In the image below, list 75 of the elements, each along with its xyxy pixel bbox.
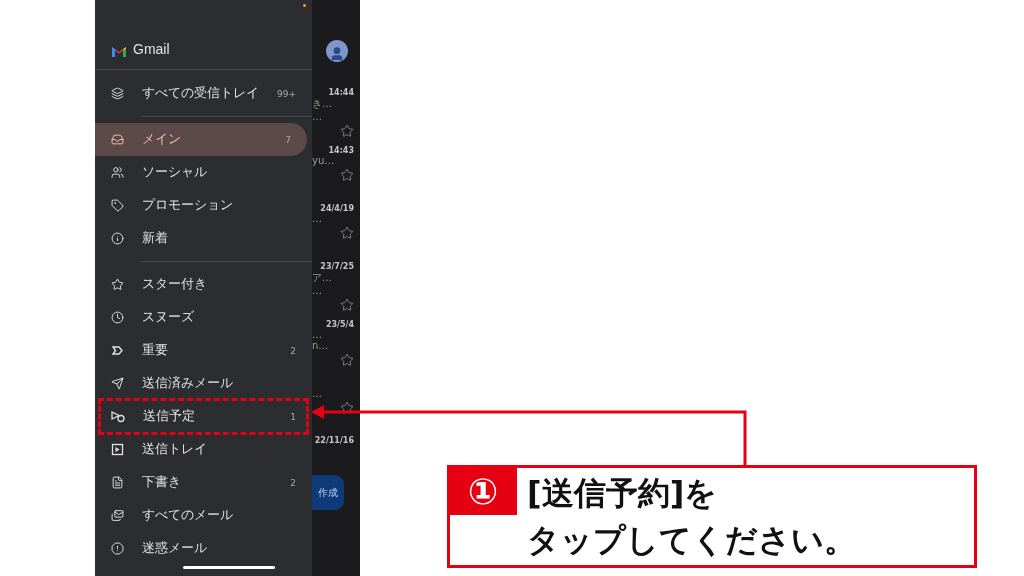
status-dot [303,4,306,7]
gmail-logo-icon [111,45,127,57]
mail-snippet: … [312,329,322,340]
drawer-item[interactable]: スヌーズ [95,301,312,334]
item-label: 下書き [142,474,182,491]
mail-time: 24/4/19 [320,204,354,213]
drawer-item[interactable]: プロモーション [95,189,312,222]
mail-time: 23/5/4 [325,320,354,329]
mail-snippet: … [312,213,322,224]
mail-time: 22/11/16 [314,436,354,445]
drawer-item[interactable]: メイン 7 [95,123,307,156]
star-icon[interactable] [340,168,354,182]
item-label: スヌーズ [142,309,195,326]
item-count: 99+ [277,88,296,99]
mail-snippet: … [312,111,322,122]
drawer-item[interactable]: すべてのメール [95,499,312,532]
send-clock-icon [111,410,125,423]
item-label: 送信予定 [143,408,196,425]
item-count: 2 [290,477,296,488]
drawer-item[interactable]: ソーシャル [95,156,312,189]
mail-snippet: き… [312,97,332,111]
mail-time: 23/7/25 [320,262,354,271]
alert-icon [111,542,124,555]
star-icon[interactable] [340,226,354,240]
star-icon[interactable] [340,298,354,312]
drawer-item[interactable]: 下書き 2 [95,466,312,499]
star-icon [111,278,124,291]
instruction-text: [送信予約]を [527,473,719,514]
item-label: 送信トレイ [142,441,208,458]
step-number: ① [449,467,517,515]
mail-snippet: … [312,388,322,399]
mail-time: 14:43 [328,146,354,155]
compose-button[interactable]: 作成 [312,475,344,510]
document-icon [111,476,124,489]
item-label: 送信済みメール [142,375,234,392]
drawer-item[interactable]: スター付き [95,268,312,301]
drawer-item[interactable]: 新着 [95,222,312,255]
item-label: 迷惑メール [142,540,208,557]
mail-snippet: ア… [312,271,332,285]
drawer-item[interactable]: 送信済みメール [95,367,312,400]
mail-stack-icon [111,509,124,522]
item-count: 2 [290,345,296,356]
star-icon[interactable] [340,124,354,138]
item-label: スター付き [142,276,208,293]
send-icon [111,377,124,390]
drawer-item[interactable]: 送信トレイ [95,433,312,466]
item-label: メイン [142,131,182,148]
outbox-icon [111,443,124,456]
item-label: ソーシャル [142,164,208,181]
item-count: 1 [290,411,296,422]
item-count: 7 [285,134,291,145]
info-icon [111,232,124,245]
mail-time: 14:44 [328,88,354,97]
drawer-item[interactable]: すべての受信トレイ 99+ [95,77,312,110]
item-label: 新着 [142,230,169,247]
avatar-icon[interactable] [326,40,348,62]
app-name: Gmail [133,41,170,57]
item-label: すべてのメール [142,507,234,524]
mail-snippet: yu… [312,155,335,166]
stacked-squares-icon [111,87,124,100]
item-label: プロモーション [142,197,234,214]
mail-snippet: … [312,285,322,296]
drawer-item[interactable]: 迷惑メール [95,532,312,565]
people-icon [111,166,124,179]
instruction-text: タップしてください。 [527,520,856,561]
star-icon[interactable] [340,353,354,367]
item-label: 重要 [142,342,169,359]
item-label: すべての受信トレイ [142,85,260,102]
label-icon [111,344,124,357]
inbox-icon [111,133,124,146]
clock-icon [111,311,124,324]
tag-icon [111,199,124,212]
drawer-item[interactable]: 送信予定 1 [95,400,312,433]
mail-snippet: n… [312,340,329,351]
drawer-item[interactable]: 重要 2 [95,334,312,367]
